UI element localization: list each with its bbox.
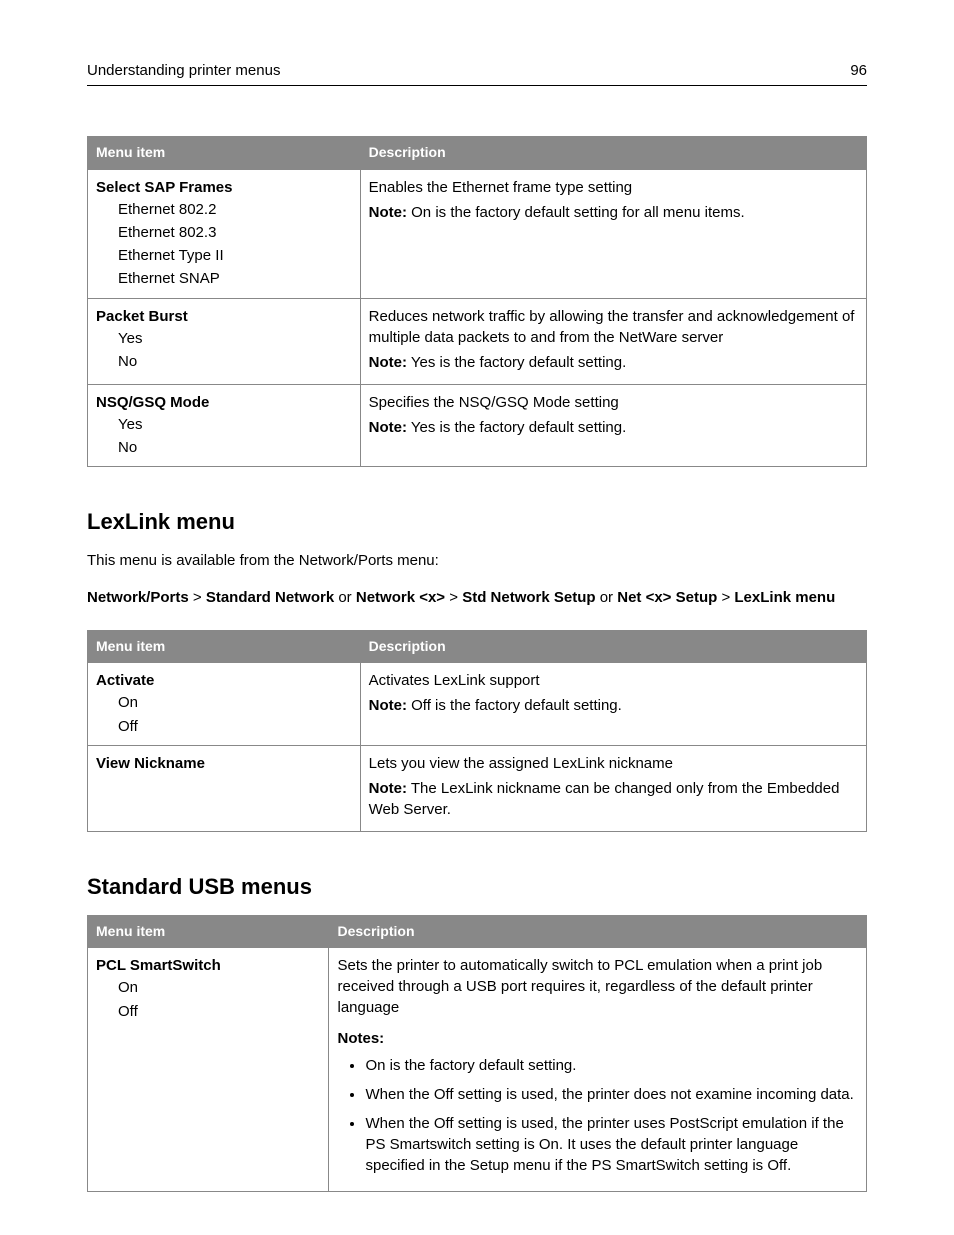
note-line: Note: Yes is the factory default setting…	[369, 417, 858, 438]
desc-text: Activates LexLink support	[369, 670, 858, 691]
table-row: Activate On Off Activates LexLink suppor…	[88, 663, 867, 746]
header-title: Understanding printer menus	[87, 60, 280, 81]
sub-item: No	[118, 350, 352, 373]
item-title: NSQ/GSQ Mode	[96, 392, 352, 413]
item-title: Select SAP Frames	[96, 177, 352, 198]
note-line: Note: Yes is the factory default setting…	[369, 352, 858, 373]
sub-item: Yes	[118, 327, 352, 350]
note-bullet: When the Off setting is used, the printe…	[365, 1113, 858, 1176]
sub-item: No	[118, 436, 352, 459]
sub-item: Ethernet SNAP	[118, 267, 352, 290]
table-usb: Menu item Description PCL SmartSwitch On…	[87, 915, 867, 1193]
notes-label: Notes:	[337, 1028, 858, 1049]
desc-text: Enables the Ethernet frame type setting	[369, 177, 858, 198]
sub-item: Ethernet 802.2	[118, 198, 352, 221]
page-header: Understanding printer menus 96	[87, 60, 867, 86]
note-bullet: On is the factory default setting.	[365, 1055, 858, 1076]
section-heading-usb: Standard USB menus	[87, 872, 867, 903]
item-title: Activate	[96, 670, 352, 691]
table-row: Select SAP Frames Ethernet 802.2 Etherne…	[88, 169, 867, 298]
table-row: View Nickname Lets you view the assigned…	[88, 745, 867, 831]
col-description: Description	[360, 630, 866, 663]
table-row: NSQ/GSQ Mode Yes No Specifies the NSQ/GS…	[88, 384, 867, 467]
nav-path: Network/Ports > Standard Network or Netw…	[87, 587, 867, 608]
sub-item: Yes	[118, 413, 352, 436]
col-description: Description	[329, 915, 867, 948]
col-menu-item: Menu item	[88, 630, 361, 663]
table-lexlink: Menu item Description Activate On Off Ac…	[87, 630, 867, 832]
sub-item: On	[118, 976, 320, 999]
col-menu-item: Menu item	[88, 915, 329, 948]
section-heading-lexlink: LexLink menu	[87, 507, 867, 538]
desc-text: Lets you view the assigned LexLink nickn…	[369, 753, 858, 774]
table-row: PCL SmartSwitch On Off Sets the printer …	[88, 948, 867, 1192]
sub-item: Off	[118, 715, 352, 738]
table-row: Packet Burst Yes No Reduces network traf…	[88, 298, 867, 384]
desc-text: Specifies the NSQ/GSQ Mode setting	[369, 392, 858, 413]
note-line: Note: The LexLink nickname can be change…	[369, 778, 858, 820]
note-line: Note: Off is the factory default setting…	[369, 695, 858, 716]
col-description: Description	[360, 137, 866, 170]
sub-item: Ethernet 802.3	[118, 221, 352, 244]
sub-item: Ethernet Type II	[118, 244, 352, 267]
lexlink-intro: This menu is available from the Network/…	[87, 550, 867, 571]
desc-text: Reduces network traffic by allowing the …	[369, 306, 858, 348]
col-menu-item: Menu item	[88, 137, 361, 170]
item-title: View Nickname	[96, 753, 352, 774]
sub-item: Off	[118, 1000, 320, 1023]
note-bullet: When the Off setting is used, the printe…	[365, 1084, 858, 1105]
item-title: PCL SmartSwitch	[96, 955, 320, 976]
page-number: 96	[850, 60, 867, 81]
note-line: Note: On is the factory default setting …	[369, 202, 858, 223]
desc-text: Sets the printer to automatically switch…	[337, 955, 858, 1018]
sub-item: On	[118, 691, 352, 714]
table-sap-frames: Menu item Description Select SAP Frames …	[87, 136, 867, 467]
item-title: Packet Burst	[96, 306, 352, 327]
